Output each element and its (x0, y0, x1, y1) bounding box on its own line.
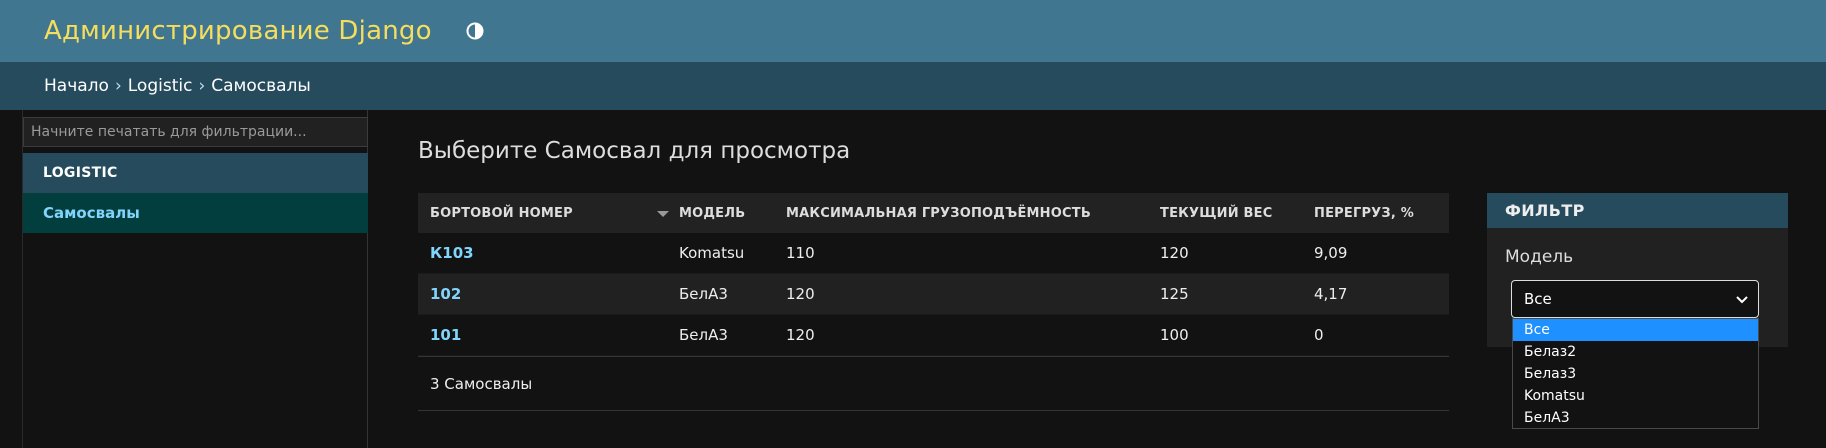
nav-sidebar: Начните печатать для фильтрации... LOGIS… (22, 110, 368, 448)
breadcrumb-home-link[interactable]: Начало (44, 76, 109, 96)
row-model: БелА3 (679, 285, 728, 303)
dropdown-option[interactable]: БелА3 (1513, 407, 1758, 429)
dropdown-option[interactable]: Все (1513, 319, 1758, 341)
table-row: 102 БелА3 120 125 4,17 (418, 274, 1449, 315)
nav-filter-input[interactable]: Начните печатать для фильтрации... (23, 117, 368, 147)
row-number-link[interactable]: 101 (430, 326, 461, 344)
row-capacity: 120 (786, 326, 815, 344)
contrast-toggle-icon[interactable] (466, 21, 486, 41)
column-header-model[interactable]: МОДЕЛЬ (679, 206, 786, 221)
row-weight: 125 (1160, 285, 1189, 303)
table-row: 101 БелА3 120 100 0 (418, 315, 1449, 356)
breadcrumb: Начало › Logistic › Самосвалы (0, 62, 1826, 110)
dropdown-option[interactable]: Komatsu (1513, 385, 1758, 407)
model-filter-select[interactable]: Все (1511, 280, 1759, 318)
column-header-capacity[interactable]: МАКСИМАЛЬНАЯ ГРУЗОПОДЪЁМНОСТЬ (786, 206, 1160, 221)
sidebar-app-caption[interactable]: LOGISTIC (23, 153, 368, 193)
row-number-link[interactable]: 102 (430, 285, 461, 303)
row-weight: 100 (1160, 326, 1189, 344)
breadcrumb-app-link[interactable]: Logistic (128, 76, 193, 96)
breadcrumb-separator: › (198, 76, 206, 96)
page-title: Выберите Самосвал для просмотра (418, 138, 851, 164)
table-row: К103 Komatsu 110 120 9,09 (418, 233, 1449, 274)
site-title[interactable]: Администрирование Django (44, 16, 432, 46)
row-model: Komatsu (679, 244, 745, 262)
row-overload: 0 (1314, 326, 1324, 344)
select-value: Все (1524, 290, 1552, 308)
chevron-down-icon (1736, 296, 1748, 304)
breadcrumb-separator: › (114, 76, 122, 96)
row-weight: 120 (1160, 244, 1189, 262)
model-filter-dropdown: Все Белаз2 Белаз3 Komatsu БелА3 (1512, 318, 1759, 429)
results-table: БОРТОВОЙ НОМЕР МОДЕЛЬ МАКСИМАЛЬНАЯ ГРУЗО… (418, 193, 1449, 411)
row-number-link[interactable]: К103 (430, 244, 474, 262)
dropdown-option[interactable]: Белаз3 (1513, 363, 1758, 385)
sidebar-item-dump-trucks[interactable]: Самосвалы (23, 193, 368, 233)
filter-title: ФИЛЬТР (1487, 193, 1788, 228)
filter-model-label: Модель (1505, 247, 1574, 267)
dropdown-option[interactable]: Белаз2 (1513, 341, 1758, 363)
row-overload: 4,17 (1314, 285, 1348, 303)
site-header: Администрирование Django (0, 0, 1826, 62)
row-capacity: 110 (786, 244, 815, 262)
sort-desc-icon[interactable] (657, 210, 669, 217)
row-capacity: 120 (786, 285, 815, 303)
column-header-number[interactable]: БОРТОВОЙ НОМЕР (418, 206, 679, 221)
breadcrumb-current: Самосвалы (211, 76, 311, 96)
row-overload: 9,09 (1314, 244, 1348, 262)
table-header: БОРТОВОЙ НОМЕР МОДЕЛЬ МАКСИМАЛЬНАЯ ГРУЗО… (418, 193, 1449, 233)
paginator: 3 Самосвалы (418, 356, 1449, 411)
row-model: БелА3 (679, 326, 728, 344)
column-header-weight[interactable]: ТЕКУЩИЙ ВЕС (1160, 206, 1314, 221)
column-header-overload[interactable]: ПЕРЕГРУЗ, % (1314, 206, 1449, 221)
